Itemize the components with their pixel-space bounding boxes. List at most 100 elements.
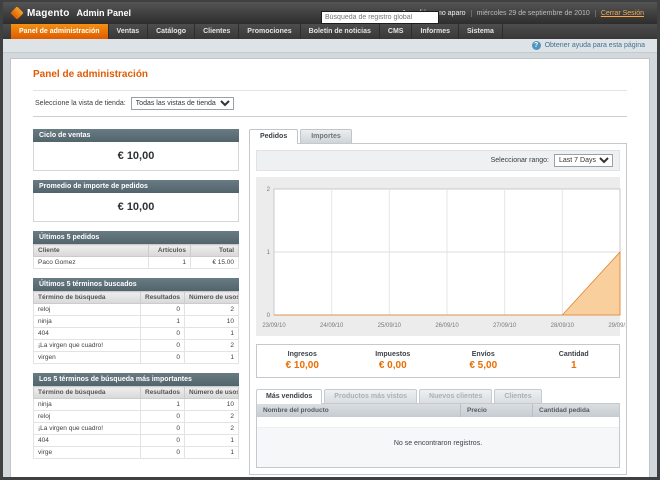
search-term-cell: ninja [34, 316, 141, 328]
stat-label: Ingresos [257, 351, 348, 358]
card-title: Últimos 5 pedidos [33, 231, 239, 244]
content-area: Panel de administración Seleccione la vi… [10, 58, 650, 477]
search-uses-cell: 1 [185, 352, 239, 364]
logout-link[interactable]: Cerrar Sesión [601, 10, 644, 17]
search-results-cell: 0 [141, 304, 185, 316]
col-uses: Número de usos [185, 387, 239, 399]
search-term-row[interactable]: 404 0 1 [34, 435, 239, 447]
global-search-input[interactable] [321, 11, 439, 24]
search-uses-cell: 10 [185, 316, 239, 328]
nav-item[interactable]: CMS [380, 24, 413, 39]
search-results-cell: 1 [141, 316, 185, 328]
nav-item[interactable]: Sistema [459, 24, 503, 39]
grid-tab[interactable]: Clientes [494, 389, 541, 403]
search-term-cell: reloj [34, 304, 141, 316]
range-label: Seleccionar rango: [491, 157, 549, 164]
left-column: Ciclo de ventas € 10,00 Promedio de impo… [33, 129, 239, 475]
magento-logo-icon [10, 6, 23, 19]
nav-item-label: Sistema [467, 28, 494, 35]
store-view-bar: Seleccione la vista de tienda: Todas las… [33, 90, 627, 117]
dashboard-tab[interactable]: Importes [300, 129, 352, 143]
search-results-cell: 0 [141, 411, 185, 423]
col-term: Término de búsqueda [34, 292, 141, 304]
total-stat: Ingresos € 10,00 [257, 351, 348, 371]
search-uses-cell: 1 [185, 435, 239, 447]
nav-item[interactable]: Panel de administración [11, 24, 109, 39]
search-results-cell: 1 [141, 399, 185, 411]
search-results-cell: 0 [141, 340, 185, 352]
help-icon: ? [532, 41, 541, 50]
stat-value: € 5,00 [438, 360, 529, 371]
top-search-card: Los 5 términos de búsqueda más important… [33, 373, 239, 459]
search-uses-cell: 1 [185, 447, 239, 459]
svg-text:2: 2 [267, 187, 271, 193]
dashboard-tabs: Pedidos Importes [249, 129, 627, 143]
help-link[interactable]: Obtener ayuda para esta página [545, 42, 645, 49]
logo-suffix: Admin Panel [77, 8, 132, 18]
nav-item[interactable]: Clientes [195, 24, 239, 39]
stat-value: 1 [529, 360, 620, 371]
nav-item-label: Promociones [247, 28, 291, 35]
store-view-select[interactable]: Todas las vistas de tienda [131, 97, 234, 110]
total-stat: Impuestos € 0,00 [348, 351, 439, 371]
range-select[interactable]: Last 7 Days [554, 154, 613, 167]
search-term-cell: reloj [34, 411, 141, 423]
nav-item[interactable]: Catálogo [148, 24, 195, 39]
col-customer: Cliente [34, 245, 149, 257]
col-qty-ordered: Cantidad pedida [533, 404, 619, 417]
search-uses-cell: 2 [185, 340, 239, 352]
search-results-cell: 0 [141, 352, 185, 364]
nav-item[interactable]: Informes [412, 24, 459, 39]
search-term-row[interactable]: reloj 0 2 [34, 411, 239, 423]
search-term-cell: ninja [34, 399, 141, 411]
search-term-row[interactable]: virgen 0 1 [34, 352, 239, 364]
last-orders-table: Cliente Artículos Total Paco Gomez [33, 244, 239, 269]
search-term-cell: ¡La virgen que cuadro! [34, 340, 141, 352]
nav-item[interactable]: Ventas [109, 24, 149, 39]
bestsellers-grid: Nombre del producto Precio Cantidad pedi… [256, 403, 620, 468]
col-results: Resultados [141, 292, 185, 304]
search-term-row[interactable]: ¡La virgen que cuadro! 0 2 [34, 423, 239, 435]
grid-tab[interactable]: Más vendidos [256, 389, 322, 404]
search-term-row[interactable]: reloj 0 2 [34, 304, 239, 316]
last-search-table: Término de búsqueda Resultados Número de… [33, 291, 239, 364]
col-total: Total [191, 245, 239, 257]
dashboard-tab[interactable]: Pedidos [249, 129, 298, 144]
search-term-cell: ¡La virgen que cuadro! [34, 423, 141, 435]
stat-label: Impuestos [348, 351, 439, 358]
search-term-row[interactable]: virge 0 1 [34, 447, 239, 459]
svg-text:26/09/10: 26/09/10 [435, 323, 459, 329]
search-term-row[interactable]: ninja 1 10 [34, 316, 239, 328]
orders-panel: Seleccionar rango: Last 7 Days 01223/09/… [249, 143, 627, 475]
grid-header: Nombre del producto Precio Cantidad pedi… [257, 404, 619, 417]
average-order-card: Promedio de importe de pedidos € 10,00 [33, 180, 239, 222]
card-title: Ciclo de ventas [33, 129, 239, 142]
magento-logo: Magento Admin Panel [11, 7, 131, 19]
nav-item[interactable]: Boletín de noticias [301, 24, 380, 39]
admin-page: Magento Admin Panel Accedió como aparo m… [3, 2, 657, 477]
search-term-row[interactable]: ¡La virgen que cuadro! 0 2 [34, 340, 239, 352]
top-search-table: Término de búsqueda Resultados Número de… [33, 386, 239, 459]
search-term-row[interactable]: ninja 1 10 [34, 399, 239, 411]
grid-empty-row [257, 417, 619, 428]
stat-value: € 0,00 [348, 360, 439, 371]
stat-value: € 10,00 [257, 360, 348, 371]
col-term: Término de búsqueda [34, 387, 141, 399]
card-title: Promedio de importe de pedidos [33, 180, 239, 193]
order-row[interactable]: Paco Gomez 1 € 15.00 [34, 257, 239, 269]
grid-tab-label: Más vendidos [266, 393, 312, 400]
nav-item-label: Informes [420, 28, 450, 35]
search-term-row[interactable]: 404 0 1 [34, 328, 239, 340]
grid-tab[interactable]: Productos más vistos [324, 389, 417, 403]
logo-text: Magento [27, 8, 70, 19]
nav-item-label: Ventas [117, 28, 140, 35]
nav-item[interactable]: Promociones [239, 24, 300, 39]
grid-tab[interactable]: Nuevos clientes [419, 389, 492, 403]
global-search [321, 6, 439, 24]
col-uses: Número de usos [185, 292, 239, 304]
card-title: Los 5 términos de búsqueda más important… [33, 373, 239, 386]
stat-label: Envíos [438, 351, 529, 358]
help-bar: ? Obtener ayuda para esta página [3, 39, 657, 53]
chart-wrapper: 01223/09/1024/09/1025/09/1026/09/1027/09… [256, 177, 620, 336]
svg-text:1: 1 [267, 250, 271, 256]
